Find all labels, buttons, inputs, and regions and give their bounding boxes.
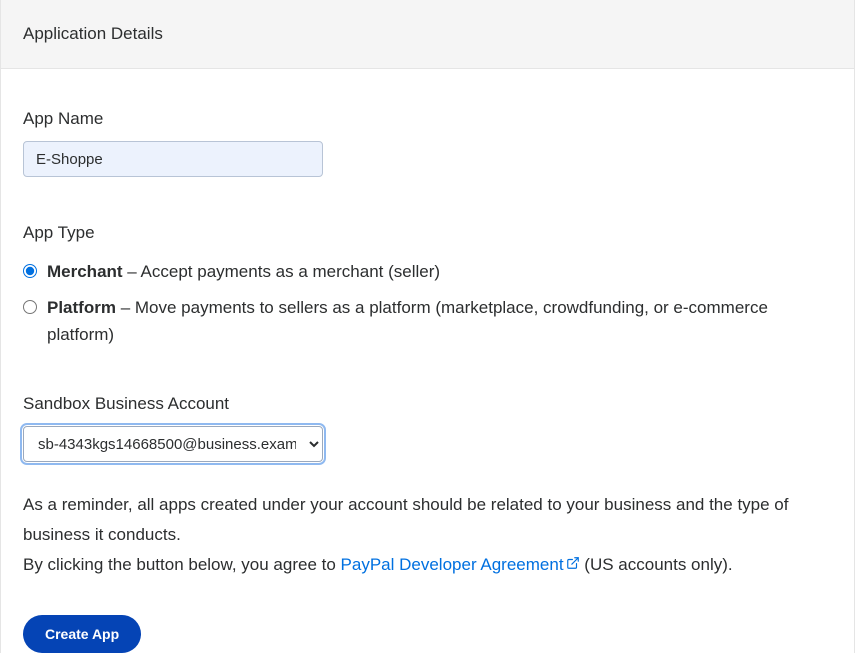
- radio-option-platform[interactable]: Platform – Move payments to sellers as a…: [23, 295, 832, 348]
- app-type-radio-group: Merchant – Accept payments as a merchant…: [23, 259, 832, 348]
- agreement-text: By clicking the button below, you agree …: [23, 550, 832, 580]
- panel-title: Application Details: [23, 24, 832, 44]
- agreement-suffix: (US accounts only).: [580, 555, 733, 574]
- radio-platform-desc: – Move payments to sellers as a platform…: [47, 298, 768, 343]
- agreement-prefix: By clicking the button below, you agree …: [23, 555, 341, 574]
- radio-merchant-input[interactable]: [23, 264, 37, 278]
- sandbox-account-group: Sandbox Business Account sb-4343kgs14668…: [23, 394, 832, 462]
- agreement-link-text: PayPal Developer Agreement: [341, 555, 564, 574]
- app-name-group: App Name: [23, 109, 832, 177]
- app-name-input[interactable]: [23, 141, 323, 177]
- panel-body: App Name App Type Merchant – Accept paym…: [0, 69, 855, 653]
- radio-platform-name: Platform: [47, 298, 116, 317]
- reminder-text: As a reminder, all apps created under yo…: [23, 490, 832, 550]
- radio-merchant-name: Merchant: [47, 262, 123, 281]
- radio-merchant-desc: – Accept payments as a merchant (seller): [123, 262, 440, 281]
- app-name-label: App Name: [23, 109, 832, 129]
- developer-agreement-link[interactable]: PayPal Developer Agreement: [341, 555, 580, 574]
- app-type-group: App Type Merchant – Accept payments as a…: [23, 223, 832, 348]
- sandbox-account-label: Sandbox Business Account: [23, 394, 832, 414]
- radio-option-merchant[interactable]: Merchant – Accept payments as a merchant…: [23, 259, 832, 285]
- panel-header: Application Details: [0, 0, 855, 69]
- radio-platform-input[interactable]: [23, 300, 37, 314]
- create-app-button[interactable]: Create App: [23, 615, 141, 653]
- radio-platform-text: Platform – Move payments to sellers as a…: [47, 295, 832, 348]
- sandbox-account-select[interactable]: sb-4343kgs14668500@business.exampl: [23, 426, 323, 462]
- external-link-icon: [566, 550, 580, 580]
- radio-merchant-text: Merchant – Accept payments as a merchant…: [47, 259, 440, 285]
- app-type-label: App Type: [23, 223, 832, 243]
